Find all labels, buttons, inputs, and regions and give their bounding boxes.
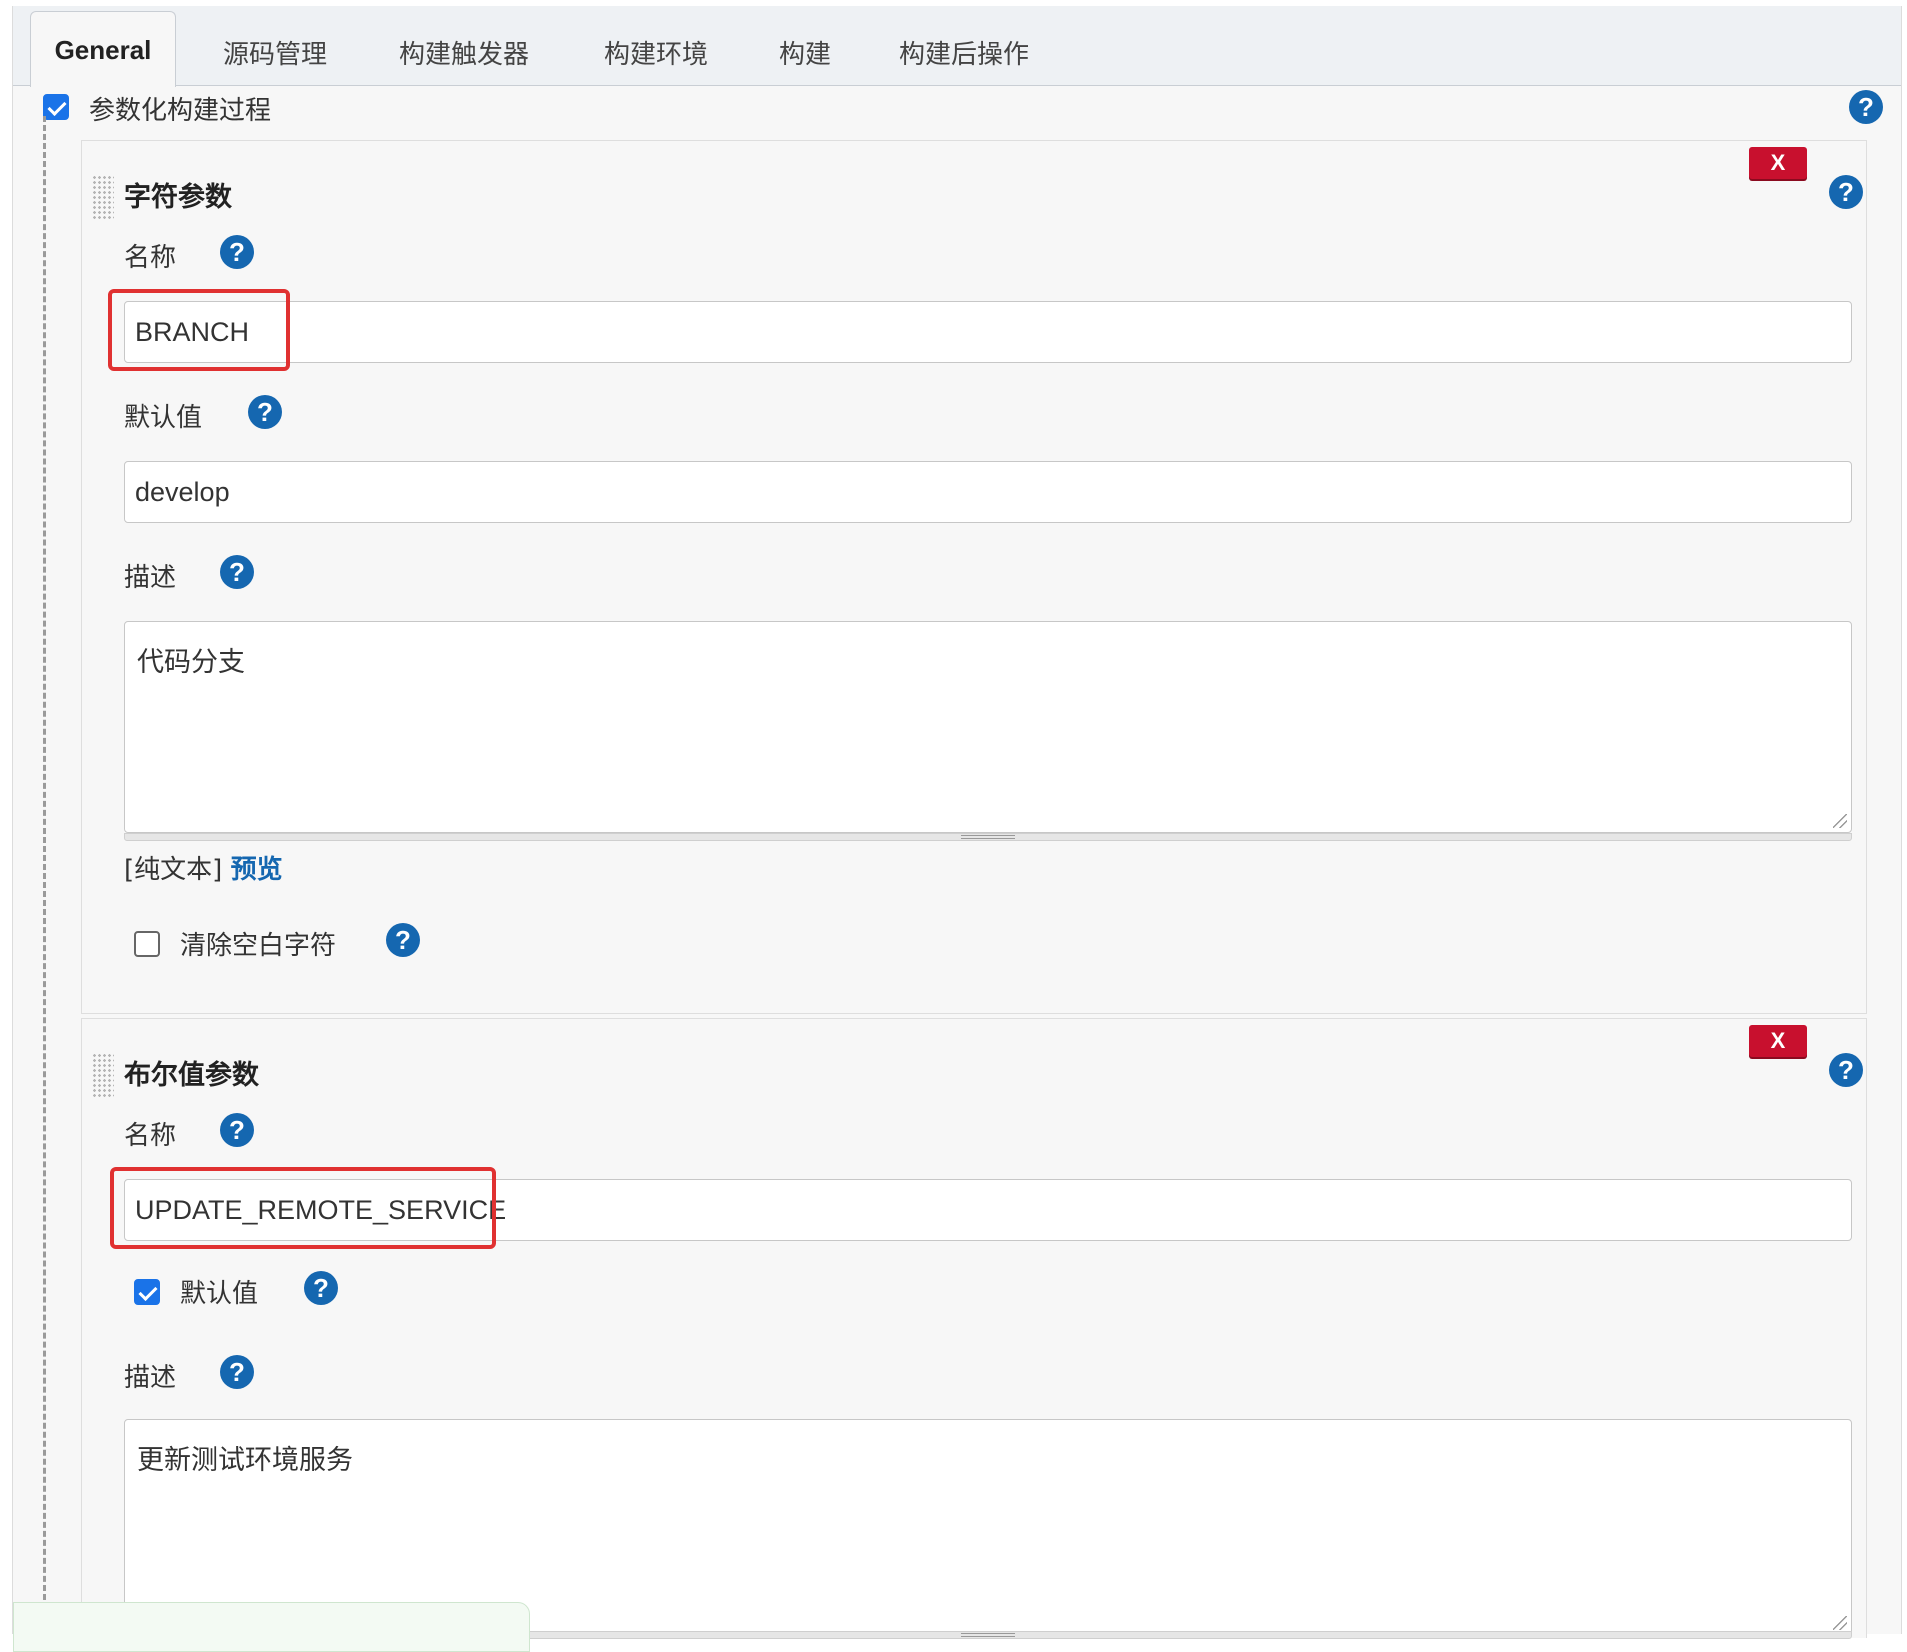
resize-corner-icon[interactable] — [1833, 1616, 1847, 1630]
highlight-box — [110, 1167, 496, 1249]
drag-handle-icon[interactable] — [92, 175, 114, 221]
description-text: 更新测试环境服务 — [137, 1445, 353, 1476]
delete-string-param-button[interactable]: X — [1749, 147, 1807, 179]
textarea-resize-bar[interactable] — [124, 833, 1852, 841]
name-label: 名称 — [124, 1121, 177, 1151]
boolean-parameter-block: 布尔值参数 X ? 名称 ? UPDATE_REMOTE_SERVICE 默认值… — [81, 1018, 1867, 1639]
delete-boolean-param-button[interactable]: X — [1749, 1025, 1807, 1057]
default-value-label: 默认值 — [180, 1279, 259, 1309]
tab-build-triggers[interactable]: 构建触发器 — [399, 24, 529, 86]
trim-whitespace-label: 清除空白字符 — [180, 931, 337, 961]
name-help-icon[interactable]: ? — [220, 235, 254, 269]
parameterized-build-checkbox[interactable] — [43, 94, 69, 120]
default-value-help-icon[interactable]: ? — [248, 395, 282, 429]
description-help-icon[interactable]: ? — [220, 1355, 254, 1389]
string-param-name-input[interactable]: BRANCH — [124, 301, 1852, 363]
format-hint: [纯文本] 预览 — [124, 849, 283, 886]
highlight-box — [108, 289, 290, 371]
string-parameter-title: 字符参数 — [124, 182, 232, 213]
string-param-description-textarea[interactable]: 代码分支 — [124, 621, 1852, 833]
name-help-icon[interactable]: ? — [220, 1113, 254, 1147]
job-config-page: General 源码管理 构建触发器 构建环境 构建 构建后操作 参数化构建过程… — [12, 6, 1902, 1652]
preview-link[interactable]: 预览 — [231, 855, 283, 885]
string-parameter-block: 字符参数 X ? 名称 ? BRANCH 默认值 ? develop 描述 ? … — [81, 140, 1867, 1014]
trim-whitespace-checkbox[interactable] — [134, 931, 160, 957]
config-tab-bar: General 源码管理 构建触发器 构建环境 构建 构建后操作 — [13, 6, 1901, 87]
tab-general[interactable]: General — [30, 11, 176, 87]
nested-indent-line — [43, 116, 46, 1636]
tab-build-environment[interactable]: 构建环境 — [604, 24, 708, 86]
boolean-parameter-title: 布尔值参数 — [124, 1060, 259, 1091]
bottom-notification — [13, 1602, 530, 1652]
parameterized-help-icon[interactable]: ? — [1849, 90, 1883, 124]
default-value-label: 默认值 — [124, 403, 203, 433]
tab-post-build[interactable]: 构建后操作 — [899, 24, 1029, 86]
default-value-checkbox[interactable] — [134, 1279, 160, 1305]
name-label: 名称 — [124, 243, 177, 273]
string-param-default-input[interactable]: develop — [124, 461, 1852, 523]
plain-text-label: [纯文本] — [124, 855, 223, 885]
string-param-help-icon[interactable]: ? — [1829, 175, 1863, 209]
drag-handle-icon[interactable] — [92, 1053, 114, 1099]
description-text: 代码分支 — [137, 647, 245, 678]
tab-build[interactable]: 构建 — [779, 24, 831, 86]
description-label: 描述 — [124, 563, 177, 593]
default-value-help-icon[interactable]: ? — [304, 1271, 338, 1305]
trim-help-icon[interactable]: ? — [386, 923, 420, 957]
description-help-icon[interactable]: ? — [220, 555, 254, 589]
tab-source-control[interactable]: 源码管理 — [223, 24, 327, 86]
parameterized-build-label: 参数化构建过程 — [89, 96, 272, 126]
description-label: 描述 — [124, 1363, 177, 1393]
resize-corner-icon[interactable] — [1833, 814, 1847, 828]
boolean-param-help-icon[interactable]: ? — [1829, 1053, 1863, 1087]
